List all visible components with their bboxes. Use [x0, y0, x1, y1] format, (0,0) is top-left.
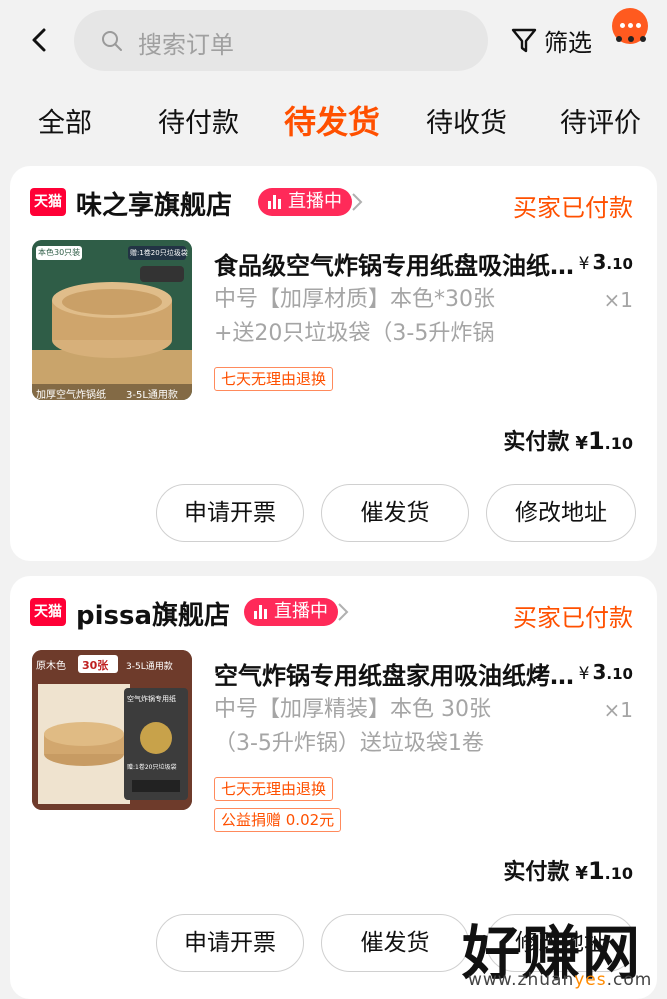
product-image[interactable]: 本色30只装 赠:1卷20只垃圾袋 加厚空气炸锅纸 3-5L通用款 [32, 240, 192, 400]
product-photo [32, 240, 192, 400]
search-input[interactable]: 搜索订单 [74, 10, 488, 71]
sku-line: 中号【加厚材质】本色*30张 [214, 287, 495, 312]
tab-pending-review[interactable]: 待评价 [560, 101, 641, 140]
shop-name[interactable]: 味之享旗舰店 [76, 185, 232, 222]
live-bars-icon [254, 605, 268, 619]
sku-line: +送20只垃圾袋（3-5升炸锅 [214, 321, 495, 346]
tab-pending-shipment[interactable]: 待发货 [284, 97, 380, 143]
tmall-logo: 天猫 [30, 598, 66, 626]
request-invoice-button[interactable]: 申请开票 [156, 484, 304, 542]
tab-pending-receipt[interactable]: 待收货 [426, 101, 507, 140]
item-quantity: ×1 [603, 698, 633, 722]
chevron-right-icon[interactable] [336, 601, 350, 623]
order-tabs: 全部 待付款 待发货 待收货 待评价 [0, 95, 667, 145]
order-status: 买家已付款 [513, 194, 633, 222]
image-label: 30张 [82, 659, 109, 672]
image-label: 3-5L通用款 [126, 390, 178, 400]
product-photo [32, 650, 192, 810]
return-policy-tag: 七天无理由退换 [214, 367, 334, 391]
price-decimal: .10 [606, 665, 633, 683]
top-bar: 搜索订单 筛选 [0, 0, 667, 85]
paid-integer: 1 [587, 857, 605, 885]
item-price: ¥3.10 [579, 250, 633, 274]
image-label: 空气炸锅专用纸 [127, 695, 176, 703]
live-bars-icon [268, 195, 282, 209]
image-label: 原木色 [36, 661, 66, 672]
live-badge-label: 直播中 [288, 191, 342, 212]
filter-funnel-icon [511, 28, 537, 53]
product-title[interactable]: 食品级空气炸锅专用纸盘吸油纸锡纸盘 [214, 246, 574, 281]
price-integer: 3 [592, 660, 607, 684]
tmall-logo: 天猫 [30, 188, 66, 216]
sku-line: （3-5升炸锅）送垃圾袋1卷 [214, 731, 484, 756]
tab-all[interactable]: 全部 [38, 101, 92, 140]
paid-integer: 1 [587, 427, 605, 455]
watermark-url-part: .com [606, 970, 653, 990]
image-label: 赠:1卷20只垃圾袋 [130, 249, 188, 257]
search-icon [102, 31, 122, 51]
live-badge[interactable]: 直播中 [244, 598, 338, 626]
site-watermark: 好赚网 www.zhuanyes.com [462, 906, 662, 996]
urge-shipment-button[interactable]: 催发货 [321, 914, 469, 972]
order-card: 天猫 味之享旗舰店 直播中 买家已付款 本色30只装 赠:1卷20只垃圾袋 加厚… [10, 166, 657, 561]
image-label: 赠:1卷20只垃圾袋 [127, 764, 177, 771]
currency-symbol: ¥ [578, 254, 590, 274]
paid-amount: 实付款 ¥1.10 [503, 424, 633, 456]
search-placeholder: 搜索订单 [138, 31, 234, 59]
request-invoice-button[interactable]: 申请开票 [156, 914, 304, 972]
paid-label: 实付款 [503, 430, 570, 455]
watermark-url-highlight: yes [574, 970, 607, 990]
filter-button[interactable]: 筛选 [510, 20, 592, 60]
price-integer: 3 [592, 250, 607, 274]
currency-symbol: ¥ [575, 433, 588, 454]
live-badge-label: 直播中 [274, 601, 328, 622]
currency-symbol: ¥ [578, 664, 590, 684]
modify-address-button[interactable]: 修改地址 [486, 484, 636, 542]
watermark-url-part: www.zhuan [468, 970, 575, 990]
item-quantity: ×1 [603, 288, 633, 312]
product-title[interactable]: 空气炸锅专用纸盘家用吸油纸烤箱烘焙 [214, 656, 574, 691]
charity-donation-tag: 公益捐赠 0.02元 [214, 808, 342, 832]
currency-symbol: ¥ [575, 863, 588, 884]
image-label: 加厚空气炸锅纸 [36, 390, 106, 400]
more-dots-icon[interactable] [614, 34, 648, 44]
paid-decimal: .10 [604, 864, 633, 883]
image-label: 3-5L通用款 [126, 662, 173, 672]
paid-amount: 实付款 ¥1.10 [503, 854, 633, 886]
watermark-url: www.zhuanyes.com [468, 970, 652, 990]
filter-label: 筛选 [544, 28, 592, 57]
shop-name[interactable]: pissa旗舰店 [76, 595, 230, 632]
product-image[interactable]: 原木色 30张 3-5L通用款 空气炸锅专用纸 赠:1卷20只垃圾袋 [32, 650, 192, 810]
order-status: 买家已付款 [513, 604, 633, 632]
chevron-right-icon[interactable] [350, 191, 364, 213]
paid-decimal: .10 [604, 434, 633, 453]
tab-pending-payment[interactable]: 待付款 [158, 101, 239, 140]
paid-label: 实付款 [503, 860, 570, 885]
back-arrow-icon[interactable] [22, 20, 58, 60]
price-decimal: .10 [606, 255, 633, 273]
sku-line: 中号【加厚精装】本色 30张 [214, 697, 491, 722]
live-badge[interactable]: 直播中 [258, 188, 352, 216]
return-policy-tag: 七天无理由退换 [214, 777, 334, 801]
urge-shipment-button[interactable]: 催发货 [321, 484, 469, 542]
item-price: ¥3.10 [579, 660, 633, 684]
image-label: 本色30只装 [38, 248, 81, 257]
